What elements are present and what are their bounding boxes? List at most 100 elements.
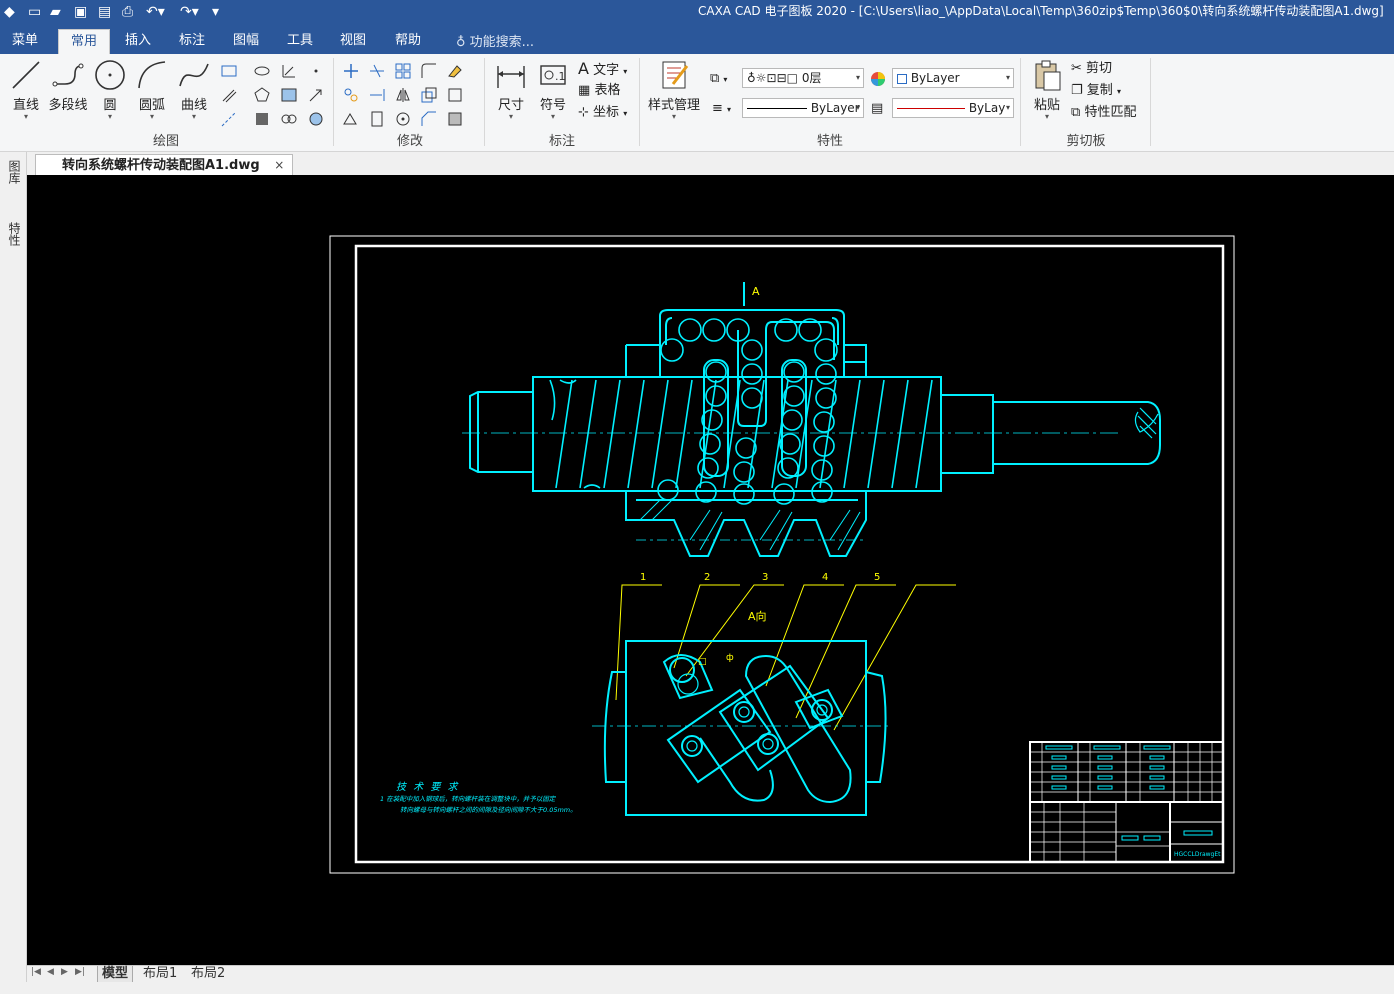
circle-icon [95,60,125,90]
circle-button[interactable]: 圆 ▾ [89,58,131,121]
polyline-button[interactable]: 多段线 [47,58,89,113]
tab-home[interactable]: 常用 [58,29,111,54]
cloud-line-icon[interactable] [280,110,298,128]
open-file-icon[interactable]: ▰ [50,3,61,21]
layout-tab-layout1[interactable]: 布局1 [139,966,181,983]
tab-annotate[interactable]: 标注 [167,29,217,54]
rectangle-icon[interactable] [220,62,238,80]
save-icon[interactable]: ▣ [74,3,87,21]
match-properties-button[interactable]: ⧉ 特性匹配 [1071,104,1136,122]
app-logo-icon: ◆ [4,4,15,20]
break-icon[interactable] [446,86,464,104]
lineweight-preview [897,108,965,109]
parallel-line-icon[interactable] [220,86,238,104]
balloon-1: 1 [640,572,646,583]
tab-menu[interactable]: 菜单 [0,29,50,54]
library-panel-tab[interactable]: 图库 [6,160,23,184]
last-layout-icon[interactable]: ▶| [75,967,85,977]
document-tab[interactable]: 转向系统螺杆传动装配图A1.dwg × [35,154,294,175]
move-icon[interactable] [342,62,360,80]
fillet-icon[interactable] [420,62,438,80]
trim-icon[interactable] [368,62,386,80]
stretch-icon[interactable] [342,110,360,128]
prev-layout-icon[interactable]: ◀ [47,967,54,977]
customize-toolbar-icon[interactable]: ▾ [212,3,219,21]
lineweight-icon[interactable]: ▤ [871,100,883,118]
table-button[interactable]: ▦ 表格 [578,82,620,100]
print-icon[interactable]: ⎙ [122,3,133,21]
polyline-label: 多段线 [48,98,88,113]
tech-requirements-line-2: 转向螺母与转向螺杆之间的间隙及径向间隙不大于0.05mm。 [400,806,577,814]
text-label: 文字 [593,63,620,78]
cut-label: 剪切 [1086,61,1113,76]
layout-tab-model[interactable]: 模型 [97,966,134,983]
title-block-entries [1045,745,1213,841]
layer-tool-icon[interactable]: ⧉ ▾ [710,70,727,89]
symbol-button[interactable]: .1 符号 ▾ [532,58,574,121]
close-icon[interactable]: × [274,158,284,172]
feature-search[interactable]: ♁ 功能搜索... [456,31,534,50]
text-button[interactable]: A 文字 ▾ [578,60,627,81]
layout-tab-layout2[interactable]: 布局2 [187,966,229,983]
mirror-icon[interactable] [394,86,412,104]
redo-icon[interactable]: ↷▾ [180,3,199,21]
polygon-icon[interactable] [253,86,271,104]
explode-icon[interactable] [446,110,464,128]
region-fill-icon[interactable] [253,110,271,128]
modify-group-label: 修改 [396,134,423,149]
new-file-icon[interactable]: ▭ [28,3,41,21]
balloon-5: 5 [874,572,880,583]
chamfer-icon[interactable] [420,110,438,128]
group-separator [639,58,640,146]
title-block-code: HGCCLDrawgEt [1174,851,1221,858]
extend-icon[interactable] [368,86,386,104]
arc-label: 圆弧 [138,98,165,113]
spline-fit-icon[interactable] [307,110,325,128]
arrow-icon[interactable] [307,86,325,104]
chevron-down-icon: ▾ [855,103,860,112]
rotate-icon[interactable] [394,110,412,128]
paste-button[interactable]: 粘贴 ▾ [1026,58,1068,121]
clipboard-group-label: 剪切板 [1066,134,1106,149]
next-layout-icon[interactable]: ▶ [61,967,68,977]
style-manager-button[interactable]: 样式管理 ▾ [646,58,702,121]
tab-sheet[interactable]: 图幅 [221,29,271,54]
curve-button[interactable]: 曲线 ▾ [173,58,215,121]
circle-label: 圆 [103,98,117,113]
arc-button[interactable]: 圆弧 ▾ [131,58,173,121]
offset-icon[interactable] [368,110,386,128]
linetype-select[interactable]: ByLayer ▾ [742,98,864,118]
tab-help[interactable]: 帮助 [383,29,433,54]
erase-icon[interactable] [446,62,464,80]
centerline-icon[interactable] [280,62,298,80]
line-button[interactable]: 直线 ▾ [5,58,47,121]
scale-icon[interactable] [420,86,438,104]
ellipse-icon[interactable] [253,62,271,80]
dimension-button[interactable]: 尺寸 ▾ [490,58,532,121]
cut-button[interactable]: ✂ 剪切 [1071,60,1112,78]
lineweight-select[interactable]: ByLay ▾ [892,98,1014,118]
copy-object-icon[interactable] [342,86,360,104]
part-leaders [615,584,956,731]
hatch-icon[interactable] [280,86,298,104]
layer-select[interactable]: ♁☼⊡⊟□ 0层 ▾ [742,68,864,88]
linestyle-tool-icon[interactable]: ≡ ▾ [712,100,731,119]
first-layout-icon[interactable]: |◀ [31,967,41,977]
construction-line-icon[interactable] [220,110,238,128]
tab-view[interactable]: 视图 [328,29,378,54]
point-icon[interactable] [307,62,325,80]
undo-icon[interactable]: ↶▾ [146,3,165,21]
coordinate-button[interactable]: ⊹ 坐标 ▾ [578,104,627,123]
line-icon [12,61,40,89]
svg-text:ф: ф [726,653,734,663]
copy-button[interactable]: ❐ 复制 ▾ [1071,82,1121,101]
color-select[interactable]: ByLayer ▾ [892,68,1014,88]
tab-tools[interactable]: 工具 [275,29,325,54]
layer-state-icons: ♁☼⊡⊟□ [747,71,798,85]
array-icon[interactable] [394,62,412,80]
save-as-icon[interactable]: ▤ [98,3,111,21]
color-wheel-icon[interactable] [869,70,887,88]
properties-panel-tab[interactable]: 特性 [6,222,23,246]
tab-insert[interactable]: 插入 [113,29,163,54]
drawing-canvas[interactable]: A 1 2 3 4 5 A向 □ ф 技 术 要 求 1 在装配中加入钢球后，转… [27,175,1394,965]
